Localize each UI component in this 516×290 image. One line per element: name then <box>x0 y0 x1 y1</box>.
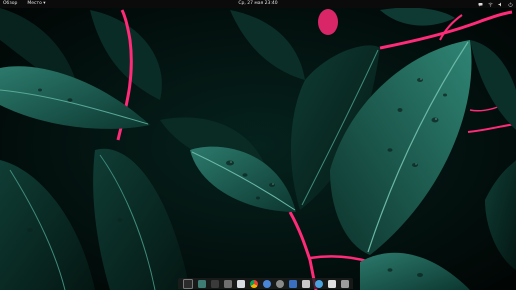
clock[interactable]: Ср, 27 мая 23:40 <box>0 0 516 8</box>
image-viewer-icon[interactable] <box>197 279 206 288</box>
wallpaper <box>0 0 516 290</box>
photos-icon[interactable] <box>301 279 310 288</box>
power-icon[interactable] <box>508 2 513 7</box>
trash-icon[interactable] <box>340 279 349 288</box>
dock <box>178 278 353 289</box>
show-apps-icon[interactable] <box>182 278 193 289</box>
chat-icon[interactable] <box>478 2 483 7</box>
system-tray <box>478 0 513 8</box>
terminal-icon[interactable] <box>210 279 219 288</box>
settings-icon[interactable] <box>275 279 284 288</box>
network-icon[interactable] <box>488 2 493 7</box>
software-center-icon[interactable] <box>262 279 271 288</box>
monitor-icon[interactable] <box>288 279 297 288</box>
text-editor-icon[interactable] <box>236 279 245 288</box>
volume-icon[interactable] <box>498 2 503 7</box>
top-bar: Обзор Место ▾ Ср, 27 мая 23:40 <box>0 0 516 8</box>
chrome-icon[interactable] <box>249 279 258 288</box>
calendar-icon[interactable] <box>327 279 336 288</box>
web-browser-icon[interactable] <box>314 279 323 288</box>
files-icon[interactable] <box>223 279 232 288</box>
